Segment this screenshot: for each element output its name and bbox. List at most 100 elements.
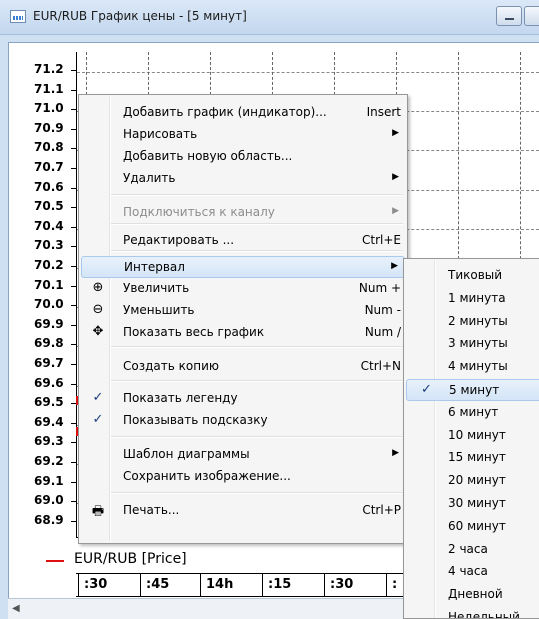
interval-option[interactable]: 2 часа [406, 539, 539, 561]
interval-option[interactable]: 2 минуты [406, 311, 539, 333]
menu-separator [111, 194, 403, 196]
menu-item-shortcut: Ctrl+N [360, 359, 401, 373]
submenu-arrow-icon: ▶ [392, 128, 399, 138]
menu-item-edit[interactable]: Редактировать ... Ctrl+E [81, 230, 405, 252]
interval-option[interactable]: 15 минут [406, 447, 539, 469]
menu-item-chart-template[interactable]: Шаблон диаграммы ▶ [81, 444, 405, 466]
interval-option[interactable]: 1 минута [406, 288, 539, 310]
menu-item-label: Показать весь график [123, 325, 265, 339]
menu-item-zoom-in[interactable]: ⊕ Увеличить Num + [81, 278, 405, 300]
y-tick-label: 69.8 [34, 336, 64, 351]
y-tick-mark [71, 383, 76, 385]
interval-option[interactable]: Тиковый [406, 265, 539, 287]
check-icon: ✓ [92, 412, 104, 427]
interval-option-label: 10 минут [448, 427, 506, 442]
y-tick-mark [71, 422, 76, 424]
y-tick-mark [71, 187, 76, 189]
interval-option-label: 5 минут [449, 383, 500, 397]
y-tick-label: 69.6 [34, 375, 64, 390]
menu-item-show-tooltip[interactable]: ✓ Показывать подсказку [81, 410, 405, 432]
y-tick-mark [71, 89, 76, 91]
y-tick-mark [71, 442, 76, 444]
interval-option[interactable]: 3 минуты [406, 333, 539, 355]
minimize-button[interactable] [496, 6, 522, 26]
interval-option-label: 15 минут [448, 450, 506, 465]
interval-option[interactable]: 30 минут [406, 493, 539, 515]
y-tick-mark [71, 520, 76, 522]
interval-option[interactable]: 4 часа [406, 561, 539, 583]
y-tick-mark [71, 168, 76, 169]
interval-option[interactable]: 60 минут [406, 516, 539, 538]
menu-item-show-all[interactable]: ✥ Показать весь график Num / [81, 322, 405, 344]
y-tick-label: 69.2 [34, 454, 64, 468]
y-tick-mark [71, 246, 76, 248]
submenu-arrow-icon: ▶ [391, 261, 398, 271]
y-tick-label: 70.0 [34, 297, 64, 312]
x-tick-label: :15 [268, 577, 292, 592]
y-tick-mark [71, 128, 76, 130]
y-tick-mark [71, 344, 76, 346]
menu-item-shortcut: Num + [358, 281, 401, 295]
menu-item-show-legend[interactable]: ✓ Показать легенду [81, 388, 405, 410]
menu-separator [111, 436, 403, 438]
scroll-left-arrow-icon[interactable]: ◀ [12, 603, 20, 614]
y-tick-mark [71, 266, 76, 267]
menu-item-shortcut: Ctrl+P [362, 503, 401, 517]
menu-item-print[interactable]: 🖶 Печать... Ctrl+P [81, 500, 405, 522]
y-tick-label: 70.5 [34, 199, 64, 214]
menu-item-add-chart[interactable]: Добавить график (индикатор)... Insert [81, 102, 405, 124]
y-tick-label: 69.9 [34, 316, 64, 331]
interval-option[interactable]: 20 минут [406, 470, 539, 492]
menu-item-label: Сохранить изображение... [123, 469, 291, 483]
menu-item-delete[interactable]: Удалить ▶ [81, 168, 405, 190]
y-tick-mark [71, 501, 76, 503]
h-gridline [77, 72, 539, 73]
interval-option-label: Недельный [448, 610, 520, 619]
interval-option[interactable]: 4 минуты [406, 356, 539, 378]
menu-item-interval[interactable]: Интервал ▶ [81, 256, 405, 278]
zoom-in-icon: ⊕ [92, 280, 104, 295]
window-title: EUR/RUB График цены - [5 минут] [33, 9, 247, 23]
interval-option-label: 3 минуты [448, 336, 508, 351]
y-tick-label: 71.1 [34, 81, 64, 96]
menu-item-shortcut: Ctrl+E [362, 233, 401, 247]
maximize-button[interactable] [524, 6, 539, 26]
menu-item-add-area[interactable]: Добавить новую область... [81, 146, 405, 168]
interval-option-label: Тиковый [448, 268, 503, 282]
interval-option-label: 4 минуты [448, 359, 508, 374]
check-icon: ✓ [92, 390, 104, 405]
menu-item-label: Подключиться к каналу [123, 205, 275, 219]
menu-separator [111, 380, 403, 382]
menu-item-create-copy[interactable]: Создать копию Ctrl+N [81, 356, 405, 378]
menu-item-label: Редактировать ... [123, 233, 235, 247]
menu-separator [111, 492, 403, 494]
y-tick-label: 69.7 [34, 356, 64, 370]
legend-series-line [46, 560, 64, 562]
y-tick-label: 71.0 [34, 101, 64, 116]
menu-item-save-image[interactable]: Сохранить изображение... [81, 466, 405, 488]
y-tick-mark [71, 462, 76, 463]
menu-item-draw[interactable]: Нарисовать ▶ [81, 124, 405, 146]
menu-item-label: Добавить новую область... [123, 149, 293, 163]
menu-item-label: Показать легенду [123, 391, 238, 405]
y-tick-label: 68.9 [34, 512, 64, 527]
y-tick-mark [71, 285, 76, 287]
interval-option[interactable]: 6 минут [406, 402, 539, 424]
submenu-arrow-icon: ▶ [392, 448, 399, 458]
x-tick-mark [78, 574, 79, 596]
y-tick-mark [71, 481, 76, 483]
menu-item-shortcut: Num - [364, 303, 401, 317]
menu-item-label: Создать копию [123, 359, 219, 373]
y-tick-mark [71, 207, 76, 209]
interval-option-label: 2 минуты [448, 313, 508, 328]
interval-option[interactable]: Дневной [406, 584, 539, 606]
menu-item-label: Уменьшить [123, 303, 195, 317]
y-tick-label: 70.4 [34, 218, 64, 233]
menu-item-label: Нарисовать [123, 127, 198, 141]
y-tick-label: 70.7 [34, 160, 64, 174]
interval-option[interactable]: Недельный [406, 607, 539, 619]
interval-option[interactable]: ✓ 5 минут [406, 379, 539, 401]
interval-option[interactable]: 10 минут [406, 425, 539, 447]
menu-item-zoom-out[interactable]: ⊖ Уменьшить Num - [81, 300, 405, 322]
x-tick-mark [386, 574, 387, 596]
